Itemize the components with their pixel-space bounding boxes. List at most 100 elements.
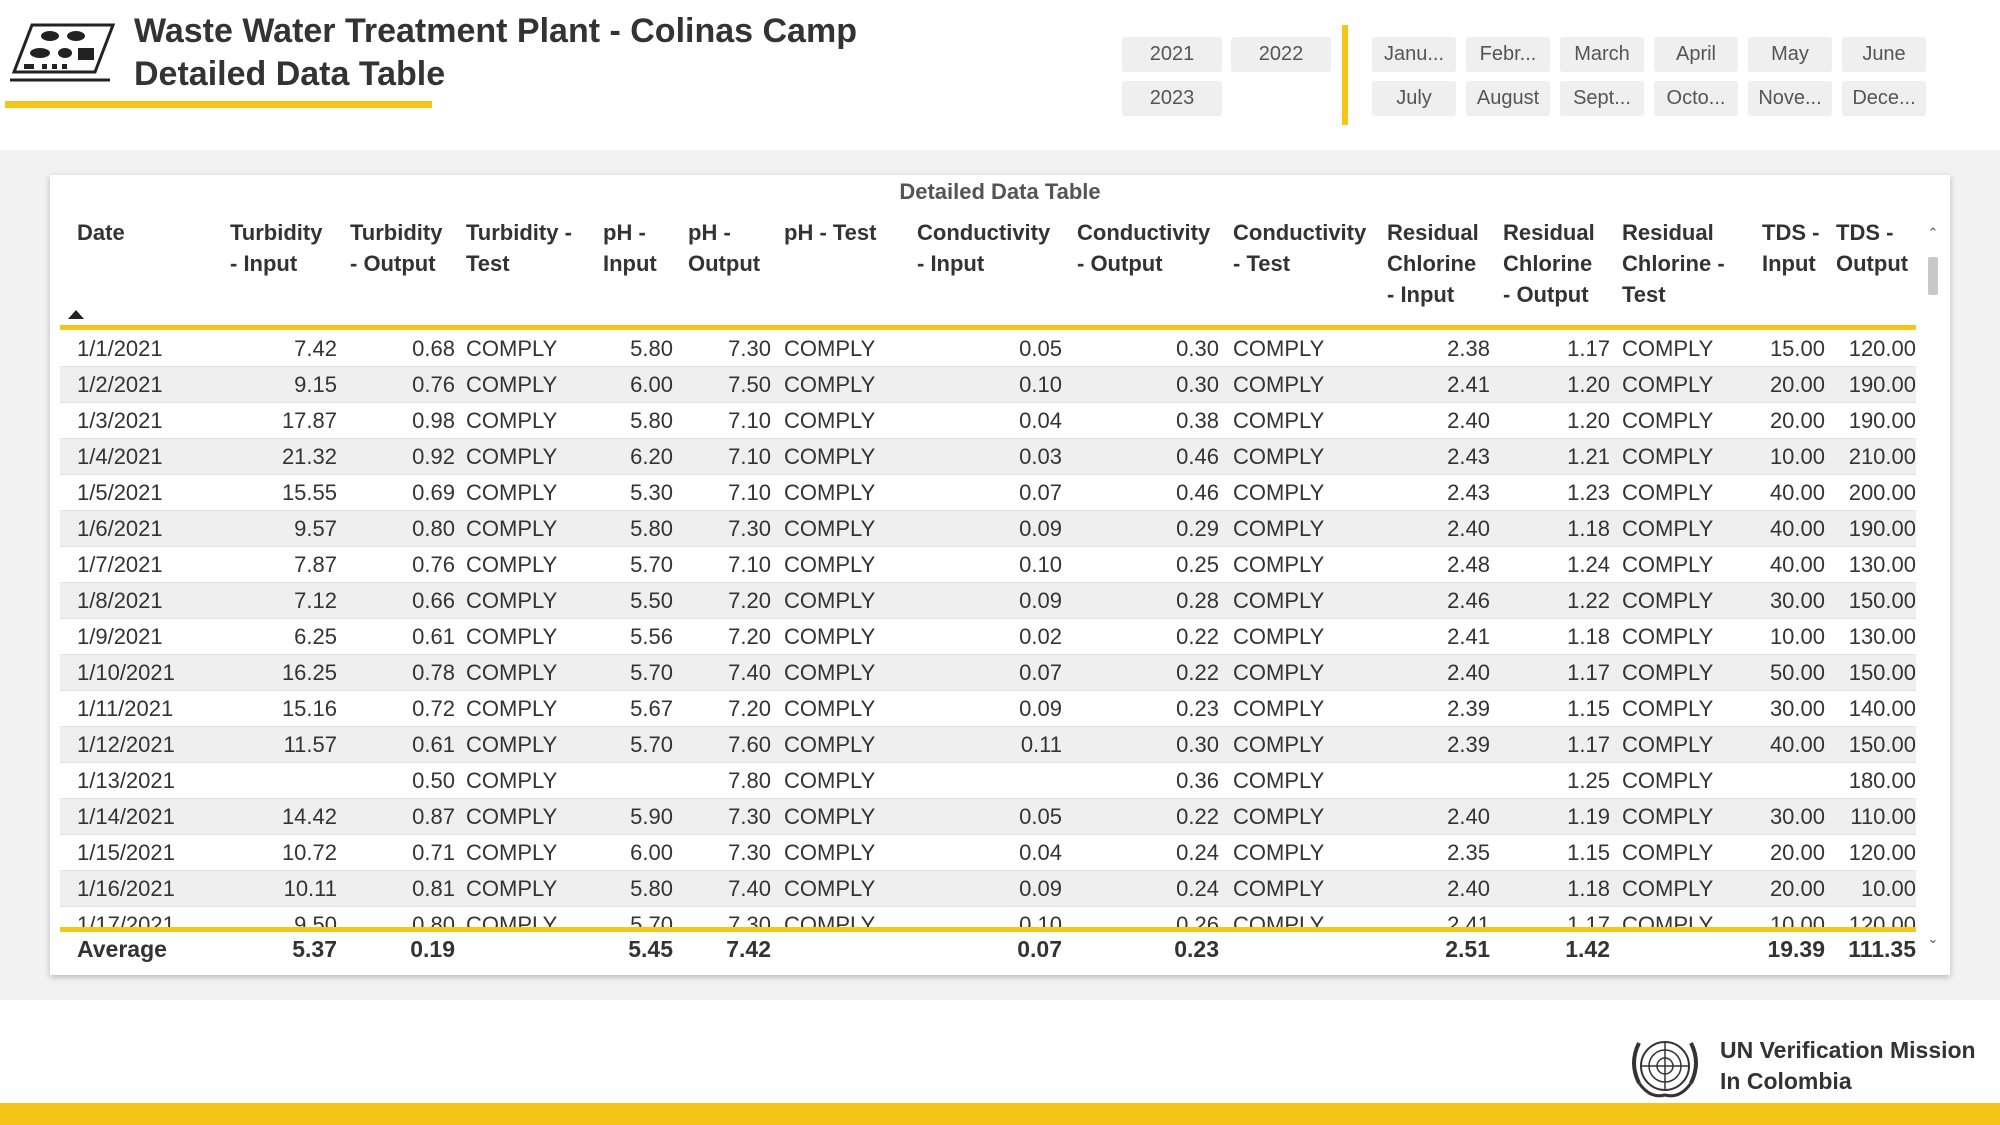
- month-option-december[interactable]: Dece...: [1842, 81, 1926, 116]
- year-option-2021[interactable]: 2021: [1122, 37, 1222, 72]
- column-header-turbidity-output[interactable]: Turbidity - Output: [350, 217, 442, 279]
- column-header-line: Turbidity: [230, 220, 323, 245]
- month-option-july[interactable]: July: [1372, 81, 1456, 116]
- table-row[interactable]: 1/15/2021 10.72 0.71 COMPLY 6.00 7.30 COMPLY 0.…: [60, 835, 1916, 871]
- cell-conductivity-input: 0.11: [1020, 732, 1062, 757]
- table-title: Detailed Data Table: [899, 179, 1101, 204]
- cell-turbidity-input: 14.42: [281, 804, 337, 829]
- cell-conductivity-output: 0.46: [1176, 444, 1219, 469]
- month-option-april[interactable]: April: [1654, 37, 1738, 72]
- month-option-november[interactable]: Nove...: [1748, 81, 1832, 116]
- cell-tds-output: 200.00: [1848, 480, 1916, 505]
- column-header-ph-output[interactable]: pH - Output: [688, 217, 760, 279]
- table-scrollbar[interactable]: ⌃ ⌄: [1925, 225, 1941, 947]
- column-header-ph-test[interactable]: pH - Test: [784, 217, 876, 248]
- column-header-chlorine-test[interactable]: Residual Chlorine - Test: [1622, 217, 1725, 310]
- cell-turbidity-output: 0.61: [412, 732, 455, 757]
- year-option-2022[interactable]: 2022: [1231, 37, 1331, 72]
- month-option-june[interactable]: June: [1842, 37, 1926, 72]
- table-row[interactable]: 1/14/2021 14.42 0.87 COMPLY 5.90 7.30 COMPLY 0.…: [60, 799, 1916, 835]
- column-header-chlorine-input[interactable]: Residual Chlorine - Input: [1387, 217, 1479, 310]
- table-row[interactable]: 1/9/2021 6.25 0.61 COMPLY 5.56 7.20 COMPLY 0.02…: [60, 619, 1916, 655]
- column-header-ph-input[interactable]: pH - Input: [603, 217, 657, 279]
- month-option-september[interactable]: Sept...: [1560, 81, 1644, 116]
- table-row[interactable]: 1/5/2021 15.55 0.69 COMPLY 5.30 7.10 COMPLY 0.0…: [60, 475, 1916, 511]
- table-row[interactable]: 1/4/2021 21.32 0.92 COMPLY 6.20 7.10 COMPLY 0.0…: [60, 439, 1916, 475]
- cell-chlorine-test: COMPLY: [1622, 444, 1714, 469]
- cell-turbidity-input: 7.12: [294, 588, 337, 613]
- column-header-conductivity-test[interactable]: Conductivity - Test: [1233, 217, 1366, 279]
- slicer-divider: [1342, 25, 1348, 125]
- cell-turbidity-test: COMPLY: [466, 552, 558, 577]
- cell-tds-input: 20.00: [1769, 408, 1825, 433]
- cell-ph-output: 7.50: [728, 372, 771, 397]
- column-header-turbidity-test[interactable]: Turbidity - Test: [466, 217, 572, 279]
- cell-turbidity-output: 0.98: [412, 408, 455, 433]
- cell-turbidity-input: 7.42: [294, 336, 337, 361]
- cell-turbidity-input: 7.87: [294, 552, 337, 577]
- cell-turbidity-output: 0.80: [412, 516, 455, 541]
- column-header-tds-output[interactable]: TDS - Output: [1836, 217, 1908, 279]
- table-row[interactable]: 1/3/2021 17.87 0.98 COMPLY 5.80 7.10 COMPLY 0.0…: [60, 403, 1916, 439]
- month-option-october[interactable]: Octo...: [1654, 81, 1738, 116]
- cell-turbidity-test: COMPLY: [466, 588, 558, 613]
- column-header-conductivity-output[interactable]: Conductivity - Output: [1077, 217, 1210, 279]
- cell-chlorine-input: 2.40: [1447, 408, 1490, 433]
- cell-conductivity-test: COMPLY: [1233, 408, 1325, 433]
- cell-conductivity-test: COMPLY: [1233, 804, 1325, 829]
- month-option-march[interactable]: March: [1560, 37, 1644, 72]
- cell-chlorine-input: 2.40: [1447, 516, 1490, 541]
- month-option-may[interactable]: May: [1748, 37, 1832, 72]
- cell-chlorine-output: 1.24: [1567, 552, 1610, 577]
- cell-conductivity-input: 0.04: [1019, 840, 1062, 865]
- table-row[interactable]: 1/13/2021 0.50 COMPLY 7.80 COMPLY 0.36 COMPLY 1…: [60, 763, 1916, 799]
- table-body: 1/1/2021 7.42 0.68 COMPLY 5.80 7.30 COMPLY 0.05…: [60, 331, 1916, 931]
- cell-chlorine-input: 2.43: [1447, 480, 1490, 505]
- cell-ph-input: 5.70: [630, 732, 673, 757]
- cell-turbidity-test: COMPLY: [466, 876, 558, 901]
- table-row[interactable]: 1/11/2021 15.16 0.72 COMPLY 5.67 7.20 COMPLY 0.…: [60, 691, 1916, 727]
- cell-ph-output: 7.30: [728, 840, 771, 865]
- cell-chlorine-input: 2.39: [1447, 732, 1490, 757]
- cell-tds-input: 40.00: [1769, 552, 1825, 577]
- cell-turbidity-output: 0.71: [412, 840, 455, 865]
- table-row[interactable]: 1/10/2021 16.25 0.78 COMPLY 5.70 7.40 COMPLY 0.…: [60, 655, 1916, 691]
- table-row[interactable]: 1/7/2021 7.87 0.76 COMPLY 5.70 7.10 COMPLY 0.10…: [60, 547, 1916, 583]
- month-option-august[interactable]: August: [1466, 81, 1550, 116]
- column-header-line: TDS -: [1762, 220, 1820, 245]
- cell-conductivity-output: 0.30: [1176, 372, 1219, 397]
- column-header-conductivity-input[interactable]: Conductivity - Input: [917, 217, 1050, 279]
- cell-chlorine-test: COMPLY: [1622, 372, 1714, 397]
- month-option-january[interactable]: Janu...: [1372, 37, 1456, 72]
- cell-ph-output: 7.10: [728, 444, 771, 469]
- column-header-tds-input[interactable]: TDS - Input: [1762, 217, 1819, 279]
- column-header-turbidity-input[interactable]: Turbidity - Input: [230, 217, 322, 279]
- column-header-date[interactable]: Date: [77, 217, 125, 248]
- table-row[interactable]: 1/1/2021 7.42 0.68 COMPLY 5.80 7.30 COMPLY 0.05…: [60, 331, 1916, 367]
- table-row[interactable]: 1/16/2021 10.11 0.81 COMPLY 5.80 7.40 COMPLY 0.…: [60, 871, 1916, 907]
- column-header-line: Conductivity: [1077, 220, 1211, 245]
- cell-ph-input: 5.50: [630, 588, 673, 613]
- cell-chlorine-test: COMPLY: [1622, 516, 1714, 541]
- cell-conductivity-input: 0.07: [1019, 480, 1062, 505]
- year-option-2023[interactable]: 2023: [1122, 81, 1222, 116]
- scroll-up-icon[interactable]: ⌃: [1925, 225, 1941, 241]
- cell-chlorine-output: 1.18: [1567, 624, 1610, 649]
- month-option-february[interactable]: Febr...: [1466, 37, 1550, 72]
- column-header-chlorine-output[interactable]: Residual Chlorine - Output: [1503, 217, 1595, 310]
- cell-date: 1/12/2021: [77, 732, 175, 757]
- scroll-thumb[interactable]: [1928, 257, 1938, 295]
- cell-chlorine-test: COMPLY: [1622, 768, 1714, 793]
- cell-turbidity-output: 0.69: [412, 480, 455, 505]
- cell-conductivity-input: 0.02: [1019, 624, 1062, 649]
- scroll-down-icon[interactable]: ⌄: [1925, 931, 1941, 947]
- org-name-line2: In Colombia: [1720, 1068, 1852, 1094]
- table-row[interactable]: 1/8/2021 7.12 0.66 COMPLY 5.50 7.20 COMPLY 0.09…: [60, 583, 1916, 619]
- cell-tds-output: 180.00: [1848, 768, 1916, 793]
- table-row[interactable]: 1/12/2021 11.57 0.61 COMPLY 5.70 7.60 COMPLY 0.…: [60, 727, 1916, 763]
- table-row[interactable]: 1/2/2021 9.15 0.76 COMPLY 6.00 7.50 COMPLY 0.10…: [60, 367, 1916, 403]
- table-row[interactable]: 1/6/2021 9.57 0.80 COMPLY 5.80 7.30 COMPLY 0.09…: [60, 511, 1916, 547]
- cell-conductivity-output: 0.25: [1176, 552, 1219, 577]
- cell-tds-output: 110.00: [1850, 804, 1916, 829]
- sort-ascending-icon[interactable]: [68, 310, 84, 319]
